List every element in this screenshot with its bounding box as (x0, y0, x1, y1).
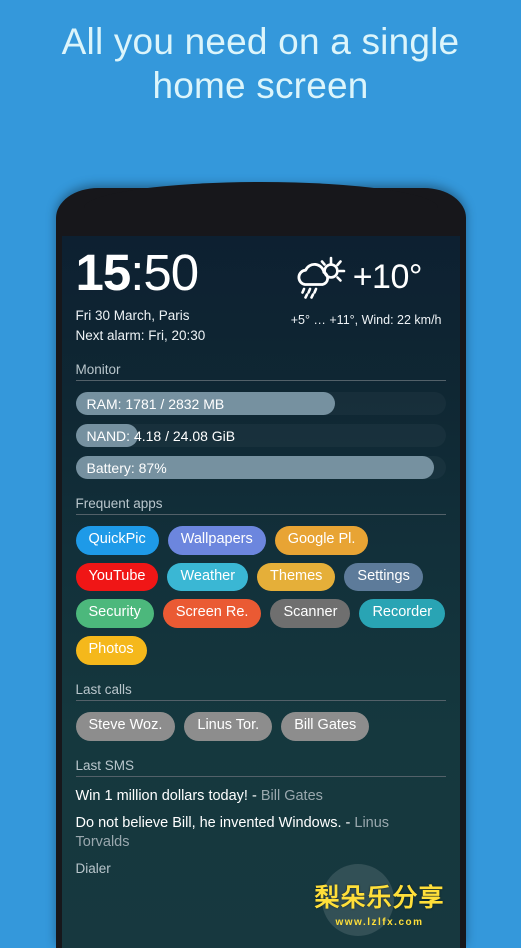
frequent-app-chip[interactable]: YouTube (75, 562, 159, 592)
sms-message[interactable]: Do not believe Bill, he invented Windows… (76, 814, 446, 853)
sun-behind-rain-cloud-icon (291, 254, 347, 300)
frequent-app-chip[interactable]: Recorder (359, 599, 446, 629)
frequent-app-chip[interactable]: Photos (75, 636, 147, 665)
last-sms-section: Last SMS Win 1 million dollars today! - … (75, 758, 446, 877)
promo-headline: All you need on a single home screen (0, 0, 521, 107)
last-sms-message-list: Win 1 million dollars today! - Bill Gate… (76, 787, 446, 853)
clock-date-location: Fri 30 March, Paris (75, 307, 190, 323)
weather-temperature: +10° (352, 257, 423, 296)
monitor-bar-list: RAM: 1781 / 2832 MB NAND: 4.18 / 24.08 Gi… (75, 392, 446, 480)
frequent-app-chip[interactable]: Themes (257, 562, 336, 592)
weather-widget[interactable]: +10° +5° … +11°, Wind: 22 km/h (291, 248, 446, 327)
clock-separator: : (130, 244, 144, 301)
last-call-chip[interactable]: Linus Tor. (184, 711, 273, 741)
dialer-section-title: Dialer (75, 861, 111, 877)
monitor-bar[interactable]: RAM: 1781 / 2832 MB (75, 392, 446, 416)
clock-widget[interactable]: 15:50 Fri 30 March, Paris Next alarm: Fr… (75, 247, 206, 346)
headline-line-2: home screen (152, 64, 369, 106)
last-calls-chip-list: Steve Woz. Linus Tor. Bill Gates (75, 711, 446, 741)
clock-hours: 15 (75, 244, 132, 301)
next-alarm-label[interactable]: Next alarm: Fri, 20:30 (76, 326, 206, 346)
watermark-url: www.lzlfx.com (335, 917, 424, 928)
monitor-section-title: Monitor (75, 362, 446, 382)
sms-body: Win 1 million dollars today! - (75, 787, 261, 804)
frequent-app-chip[interactable]: Screen Re. (162, 599, 262, 629)
frequent-app-chip[interactable]: Wallpapers (167, 526, 266, 555)
watermark-text: 梨朵乐分享 (314, 884, 445, 912)
frequent-app-chip[interactable]: Scanner (270, 599, 351, 629)
frequent-app-chip[interactable]: Google Pl. (274, 526, 369, 555)
weather-detail: +5° … +11°, Wind: 22 km/h (290, 313, 442, 327)
sms-body: Do not believe Bill, he invented Windows… (75, 814, 355, 831)
clock-weather-row: 15:50 Fri 30 March, Paris Next alarm: Fr… (75, 247, 446, 346)
phone-mockup: 15:50 Fri 30 March, Paris Next alarm: Fr… (55, 182, 466, 948)
last-call-chip[interactable]: Bill Gates (281, 711, 370, 741)
phone-screen: 15:50 Fri 30 March, Paris Next alarm: Fr… (61, 236, 460, 948)
phone-top-bezel (83, 182, 438, 208)
last-call-chip[interactable]: Steve Woz. (75, 711, 176, 741)
last-sms-section-title: Last SMS (75, 758, 446, 777)
last-calls-section: Last calls Steve Woz. Linus Tor. Bill Gate… (75, 682, 446, 741)
frequent-app-chip[interactable]: Security (75, 599, 154, 629)
monitor-bar[interactable]: Battery: 87% (75, 456, 446, 480)
headline-line-1: All you need on a single (61, 21, 460, 62)
monitor-bar-label: RAM: 1781 / 2832 MB (86, 395, 225, 412)
clock-minutes: 50 (143, 244, 199, 301)
frequent-app-chip[interactable]: QuickPic (75, 526, 159, 555)
frequent-apps-section-title: Frequent apps (75, 496, 446, 516)
monitor-bar-label: Battery: 87% (86, 459, 167, 476)
monitor-bar-label: NAND: 4.18 / 24.08 GiB (86, 427, 236, 444)
monitor-section: Monitor RAM: 1781 / 2832 MB NAND: 4.18 / … (75, 362, 446, 480)
frequent-apps-section: Frequent apps QuickPic Wallpapers Google P… (75, 496, 446, 665)
last-calls-section-title: Last calls (75, 682, 446, 701)
sms-sender: Bill Gates (260, 787, 323, 804)
frequent-app-chip[interactable]: Settings (344, 562, 423, 592)
monitor-bar[interactable]: NAND: 4.18 / 24.08 GiB (75, 424, 446, 448)
frequent-app-chip[interactable]: Weather (167, 562, 249, 592)
clock-time[interactable]: 15:50 (76, 247, 206, 298)
weather-main-row: +10° (291, 254, 442, 300)
frequent-apps-chip-list: QuickPic Wallpapers Google Pl. YouTube Weath… (75, 526, 446, 665)
sms-message[interactable]: Win 1 million dollars today! - Bill Gate… (76, 787, 446, 806)
